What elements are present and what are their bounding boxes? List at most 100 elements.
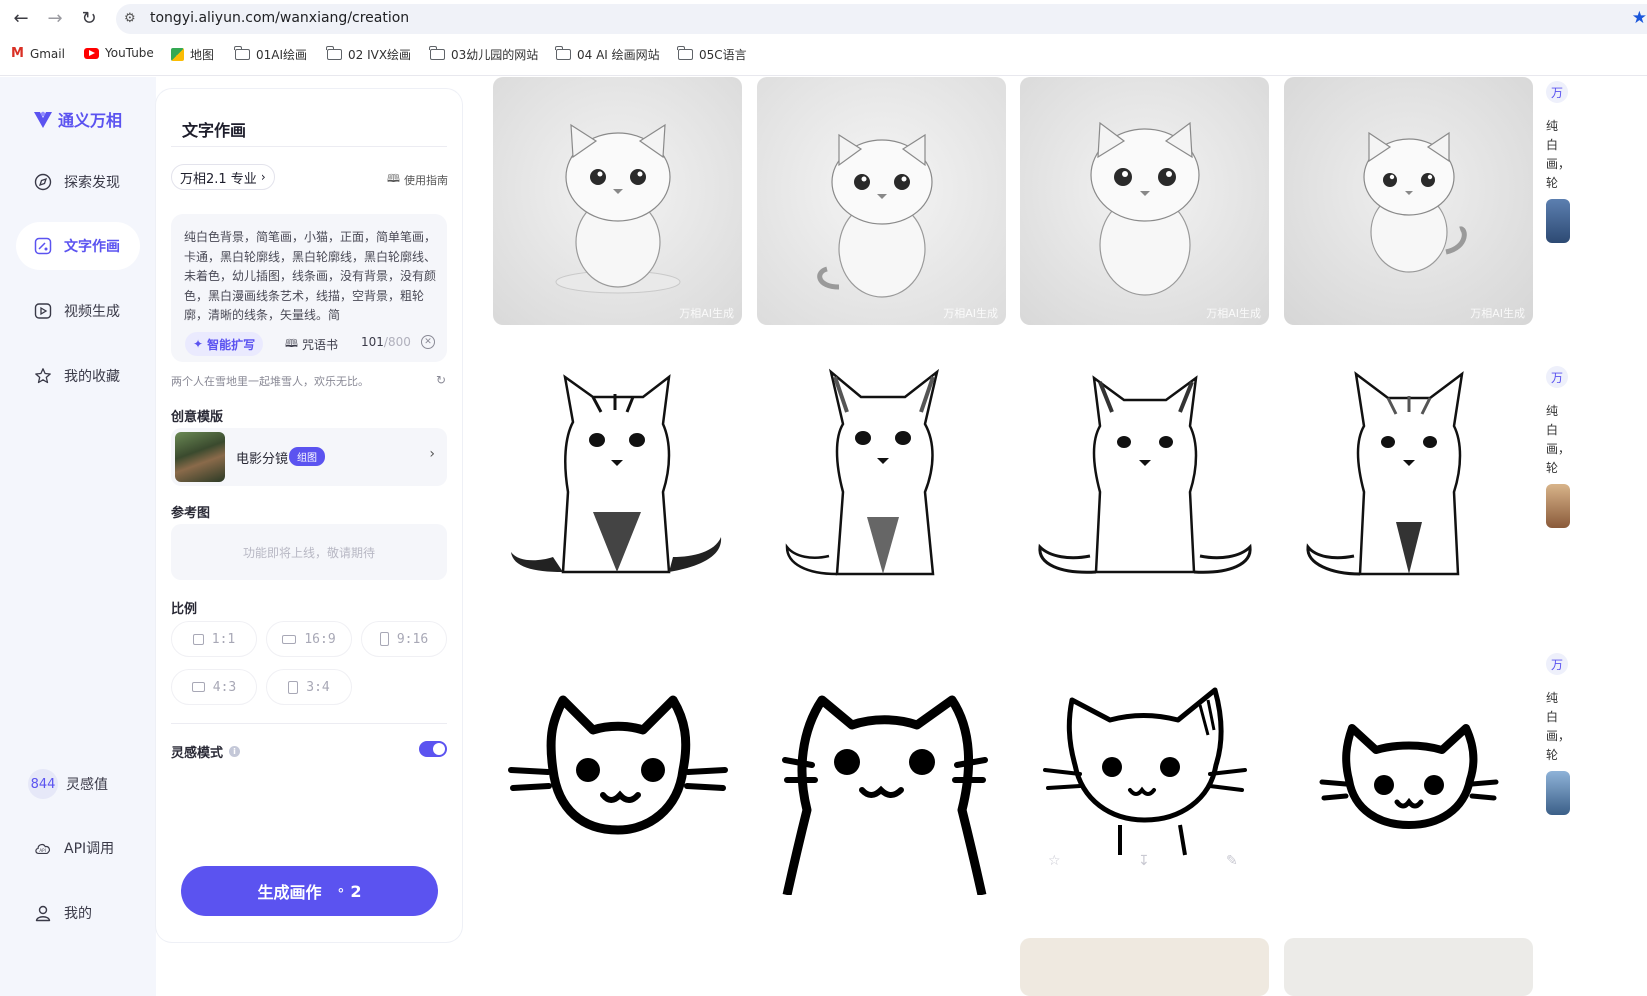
watermark: 万相AI生成 xyxy=(943,307,998,320)
cat-doodle-image xyxy=(782,695,988,895)
feed-avatar xyxy=(1546,484,1570,528)
feed-card[interactable]: 万 纯白画，轮 xyxy=(1546,81,1570,243)
site-settings-icon[interactable]: ⚙ xyxy=(124,11,140,27)
cat-lineart-image xyxy=(1038,375,1252,574)
gallery-image[interactable] xyxy=(1284,938,1533,996)
cat-3d-image xyxy=(1090,121,1200,296)
bookmark-folder-1[interactable]: 01AI绘画 xyxy=(234,46,307,63)
folder-icon xyxy=(234,46,250,60)
chevron-right-icon: › xyxy=(260,170,266,184)
cost-indicator: ⚬ 2 xyxy=(335,881,362,901)
usage-guide-link[interactable]: 🕮 使用指南 xyxy=(387,170,448,189)
sidebar-item-label: 我的 xyxy=(64,906,92,922)
template-card[interactable]: 电影分镜 组图 › xyxy=(171,428,447,486)
gallery-image[interactable] xyxy=(757,342,1006,622)
watermark: 万相AI生成 xyxy=(1206,307,1261,320)
edit-icon[interactable]: ✎ xyxy=(1226,853,1238,869)
folder-icon xyxy=(677,46,693,60)
gallery-image[interactable] xyxy=(1284,650,1533,895)
feed-text: 纯白画，轮 xyxy=(1546,691,1566,762)
sidebar-item-video[interactable]: 视频生成 xyxy=(16,287,140,335)
prompt-text[interactable]: 纯白色背景，简笔画，小猫，正面，简单笔画，卡通，黑白轮廓线，黑白轮廓线，黑白轮廓… xyxy=(184,228,438,326)
cat-doodle-image xyxy=(508,695,728,835)
gallery-image[interactable]: 万相AI生成 xyxy=(1284,77,1533,325)
folder-icon xyxy=(326,46,342,60)
feed-card[interactable]: 万 纯白画，轮 xyxy=(1546,653,1570,815)
gallery-image[interactable]: ☆ ↧ ✎ xyxy=(1020,650,1269,895)
gallery-image[interactable]: 万相AI生成 xyxy=(757,77,1006,325)
ratio-section-label: 比例 xyxy=(171,602,198,617)
reload-icon[interactable]: ↻ xyxy=(77,6,101,30)
favorite-icon[interactable]: ☆ xyxy=(1048,853,1061,869)
cat-3d-image xyxy=(817,133,933,298)
gallery-image[interactable]: 万相AI生成 xyxy=(1020,77,1269,325)
square-icon xyxy=(192,633,204,645)
download-icon[interactable]: ↧ xyxy=(1138,853,1150,869)
bookmark-gmail[interactable]: M Gmail xyxy=(11,46,65,61)
brand-logo[interactable]: 通义万相 xyxy=(32,107,122,131)
gallery-image[interactable] xyxy=(1020,938,1269,996)
folder-icon xyxy=(555,46,571,60)
gallery-image[interactable] xyxy=(493,342,742,622)
sidebar-item-favorites[interactable]: 我的收藏 xyxy=(16,352,140,400)
landscape-icon xyxy=(282,634,297,644)
gallery-image[interactable] xyxy=(493,650,742,895)
ratio-option-4-3[interactable]: 4:3 xyxy=(171,669,257,705)
bookmark-youtube[interactable]: YouTube xyxy=(84,46,154,60)
reference-image-upload: 功能即将上线，敬请期待 xyxy=(171,524,447,580)
inspiration-points[interactable]: 844 灵感值 xyxy=(16,760,140,808)
smart-expand-button[interactable]: ✦ 智能扩写 xyxy=(185,332,264,356)
inspiration-label: 灵感值 xyxy=(66,777,108,793)
feed-card[interactable]: 万 纯白画，轮 xyxy=(1546,366,1570,528)
bookmark-maps[interactable]: 地图 xyxy=(171,46,214,63)
forward-icon[interactable]: → xyxy=(43,6,67,30)
user-icon xyxy=(34,904,52,922)
generate-button[interactable]: 生成画作 ⚬ 2 xyxy=(181,866,438,916)
cat-lineart-image xyxy=(785,368,940,576)
watermark: 万相AI生成 xyxy=(1470,307,1525,320)
bookmark-folder-5[interactable]: 05C语言 xyxy=(677,46,747,63)
prompt-textarea[interactable]: 纯白色背景，简笔画，小猫，正面，简单笔画，卡通，黑白轮廓线，黑白轮廓线，黑白轮廓… xyxy=(171,214,447,362)
gallery-image[interactable] xyxy=(757,650,1006,895)
clear-prompt-icon[interactable]: ✕ xyxy=(421,335,435,349)
divider xyxy=(171,723,447,724)
inspiration-mode-toggle[interactable] xyxy=(419,741,447,757)
bookmark-folder-3[interactable]: 03幼儿园的网站 xyxy=(429,46,538,63)
sidebar-item-explore[interactable]: 探索发现 xyxy=(16,158,140,206)
ratio-option-9-16[interactable]: 9:16 xyxy=(361,621,447,657)
book-icon: 🕮 xyxy=(387,172,400,185)
app-root: 通义万相 探索发现 文字作画 视频生成 我的收藏 844 灵感值 API API… xyxy=(0,77,1647,996)
sidebar-item-me[interactable]: 我的 xyxy=(16,889,140,937)
ratio-option-16-9[interactable]: 16:9 xyxy=(266,621,352,657)
refresh-suggestion-icon[interactable]: ↻ xyxy=(436,373,446,387)
gallery-image[interactable] xyxy=(1020,342,1269,622)
bookmark-folder-4[interactable]: 04 AI 绘画网站 xyxy=(555,46,660,63)
sidebar-item-label: 文字作画 xyxy=(64,239,120,255)
url-text: tongyi.aliyun.com/wanxiang/creation xyxy=(150,10,410,26)
spell-book-button[interactable]: 🕮 咒语书 xyxy=(277,332,346,356)
sidebar-item-label: API调用 xyxy=(64,841,115,857)
gallery-image[interactable] xyxy=(1284,342,1533,622)
ratio-option-3-4[interactable]: 3:4 xyxy=(266,669,352,705)
back-icon[interactable]: ← xyxy=(9,6,33,30)
sidebar: 通义万相 探索发现 文字作画 视频生成 我的收藏 844 灵感值 API API… xyxy=(0,77,156,996)
cat-3d-image xyxy=(555,123,681,294)
feed-tag: 万 xyxy=(1546,81,1568,103)
cat-3d-image xyxy=(1363,131,1467,273)
template-section-label: 创意模版 xyxy=(171,410,224,425)
model-selector[interactable]: 万相2.1 专业 › xyxy=(171,164,275,190)
divider xyxy=(171,146,447,147)
gallery-image[interactable]: 万相AI生成 xyxy=(493,77,742,325)
sidebar-item-api[interactable]: API API调用 xyxy=(16,824,140,872)
compass-icon xyxy=(34,173,52,191)
feed-text: 纯白画，轮 xyxy=(1546,404,1566,475)
bookmark-folder-2[interactable]: 02 IVX绘画 xyxy=(326,46,411,63)
feed-tag: 万 xyxy=(1546,366,1568,388)
ratio-option-1-1[interactable]: 1:1 xyxy=(171,621,257,657)
sidebar-item-text-to-image[interactable]: 文字作画 xyxy=(16,222,140,270)
prompt-suggestion[interactable]: 两个人在雪地里一起堆雪人，欢乐无比。 xyxy=(171,373,369,389)
address-bar[interactable]: ⚙ tongyi.aliyun.com/wanxiang/creation ★ xyxy=(116,4,1647,34)
bookmark-star-icon[interactable]: ★ xyxy=(1632,8,1647,28)
info-icon[interactable]: i xyxy=(229,746,241,757)
template-thumbnail xyxy=(175,432,225,482)
